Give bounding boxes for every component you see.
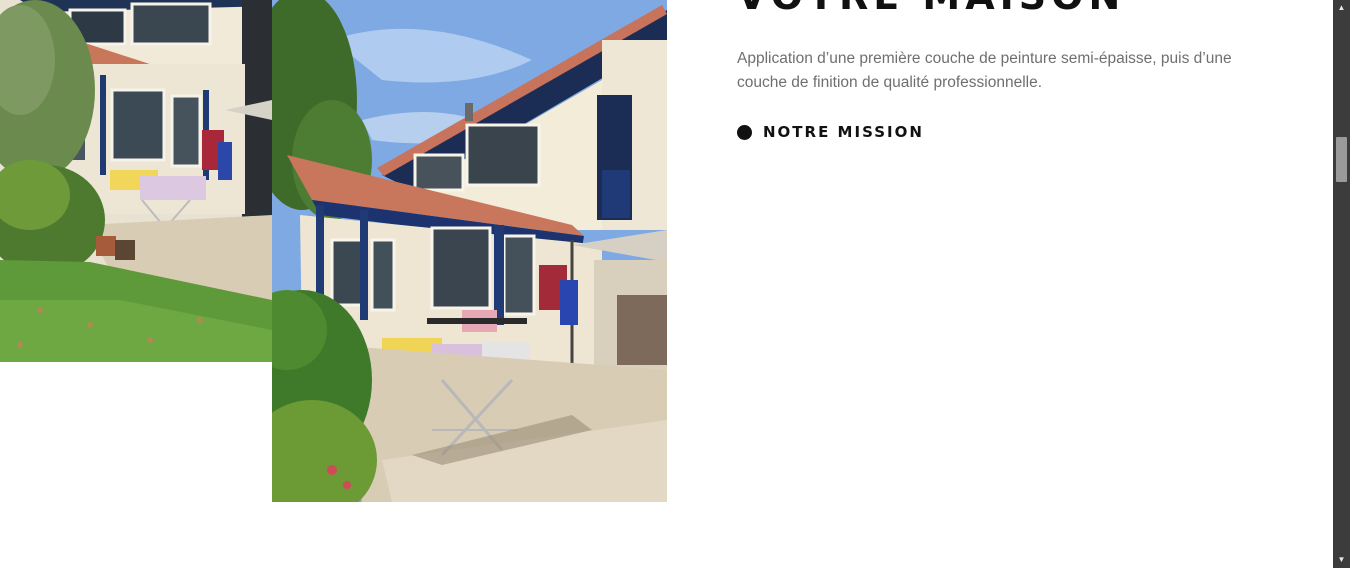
page: VOTRE MAISON Application d’une première … bbox=[0, 0, 1350, 568]
triangle-up-icon[interactable]: ▲ bbox=[1333, 1, 1350, 15]
mission-link-label: NOTRE MISSION bbox=[763, 123, 924, 141]
vertical-scrollbar[interactable]: ▲ ▼ bbox=[1333, 0, 1350, 568]
section-description: Application d’une première couche de pei… bbox=[737, 50, 1232, 91]
section-heading: VOTRE MAISON bbox=[737, 0, 1125, 18]
mission-link[interactable]: NOTRE MISSION bbox=[737, 123, 924, 141]
triangle-down-icon[interactable]: ▼ bbox=[1333, 553, 1350, 567]
house-photo-side bbox=[0, 0, 272, 362]
house-photo-terrace bbox=[272, 0, 667, 502]
filled-circle-icon bbox=[737, 124, 752, 140]
scrollbar-thumb[interactable] bbox=[1336, 137, 1347, 182]
